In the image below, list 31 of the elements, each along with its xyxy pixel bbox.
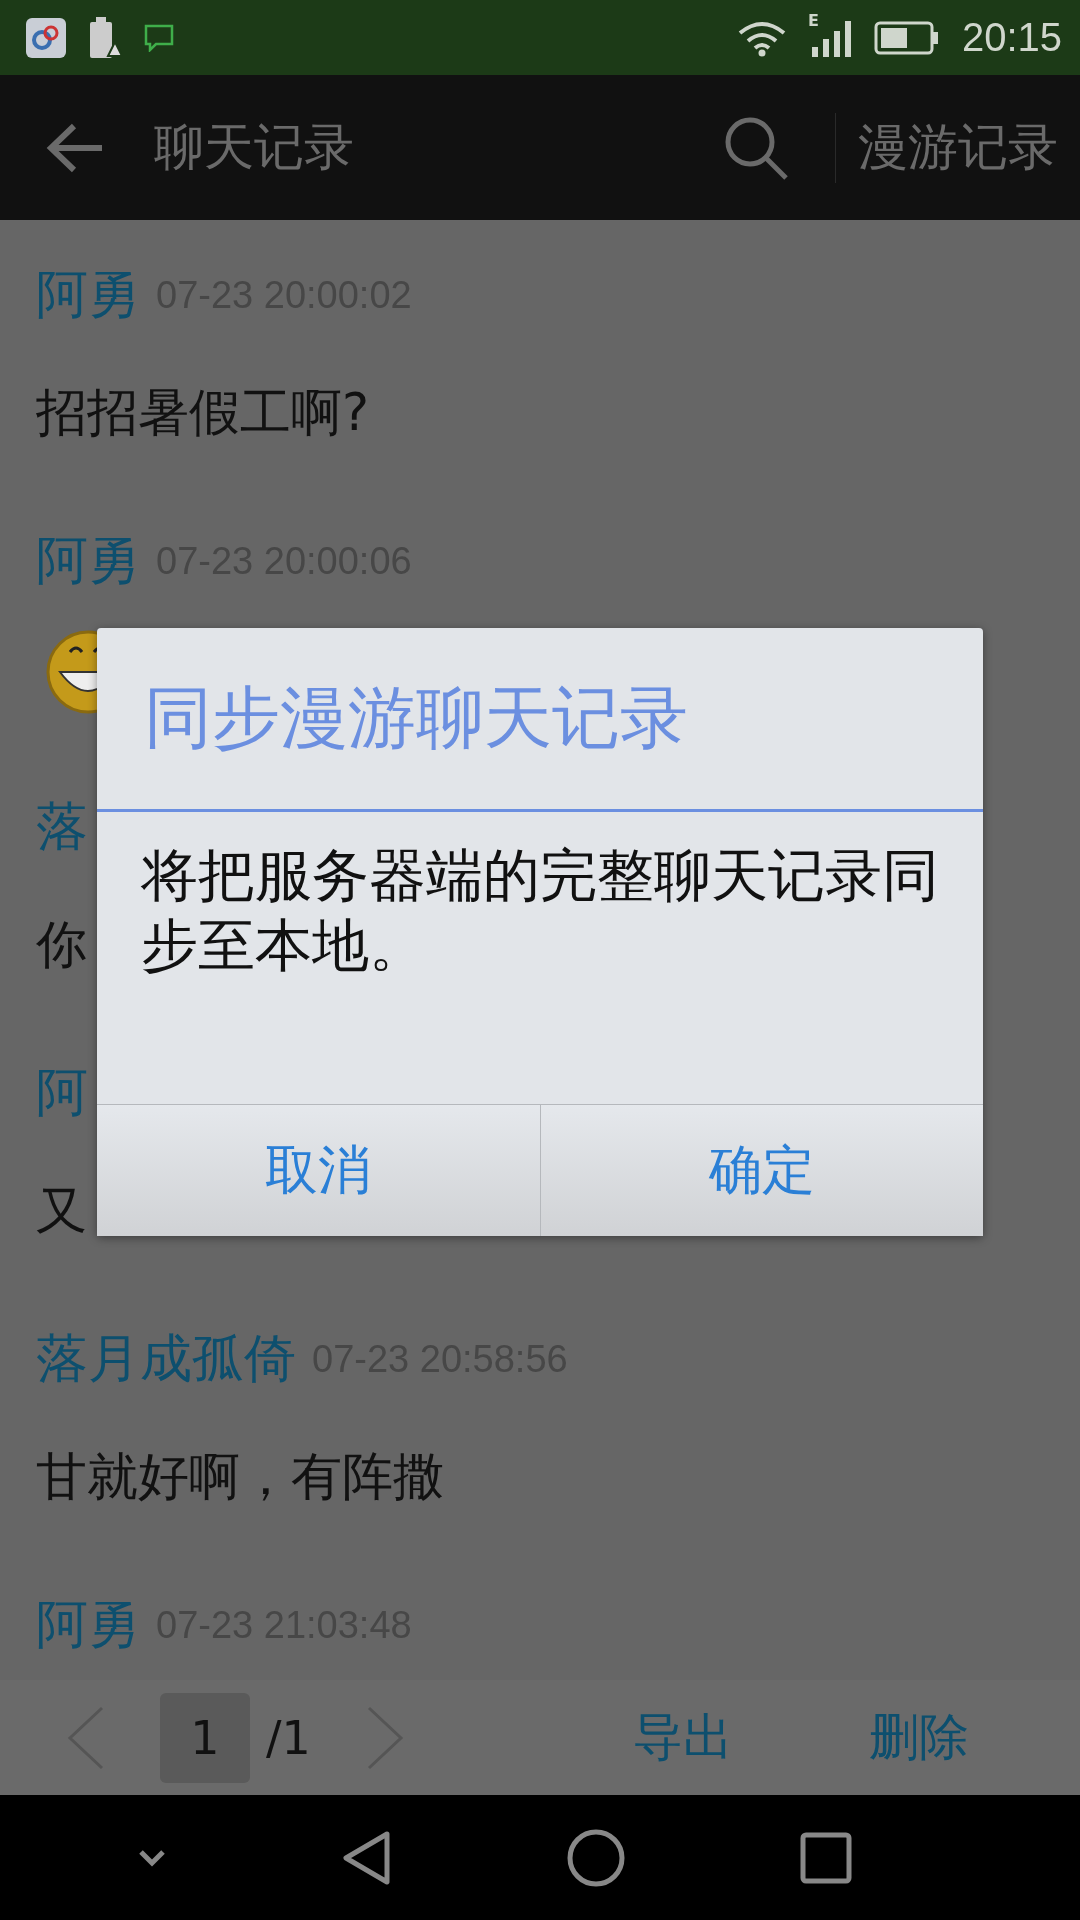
back-icon[interactable] <box>341 1829 392 1886</box>
message-text: 又 <box>36 1181 87 1241</box>
message-text: 甘就好啊，有阵撒 <box>36 1447 444 1507</box>
chevron-down-icon[interactable] <box>137 1848 166 1867</box>
sender-name: 阿勇 <box>36 529 140 592</box>
sender-name: 阿 <box>36 1061 88 1124</box>
clock: 20:15 <box>961 15 1062 60</box>
sender-name: 阿勇 <box>36 1593 140 1656</box>
back-arrow-icon[interactable] <box>46 122 104 173</box>
screen-title: 聊天记录 <box>154 117 354 178</box>
message-text: 招招暑假工啊? <box>36 383 370 443</box>
app-icon <box>26 17 66 58</box>
dialog-title: 同步漫游聊天记录 <box>97 628 983 812</box>
page-total: /1 <box>266 1710 311 1765</box>
message-text: 你 <box>36 915 87 975</box>
home-icon[interactable] <box>566 1828 625 1887</box>
confirm-button[interactable]: 确定 <box>539 1105 983 1236</box>
dialog-message: 将把服务器端的完整聊天记录同步至本地。 <box>141 842 939 978</box>
sender-name: 落 <box>36 795 88 858</box>
export-button[interactable]: 导出 <box>632 1704 733 1771</box>
battery-icon <box>873 20 940 55</box>
sender-name: 落月成孤倚 <box>36 1327 296 1390</box>
sender-name: 阿勇 <box>36 263 140 326</box>
chat-icon <box>144 23 174 52</box>
cancel-button[interactable]: 取消 <box>97 1105 540 1236</box>
network-type: E <box>807 10 819 30</box>
roaming-records-button[interactable]: 漫游记录 <box>835 112 1058 183</box>
page-number-field[interactable]: 1 <box>160 1692 250 1783</box>
delete-button[interactable]: 删除 <box>868 1704 969 1771</box>
battery-warning-icon <box>88 15 122 60</box>
recents-icon[interactable] <box>800 1831 853 1884</box>
